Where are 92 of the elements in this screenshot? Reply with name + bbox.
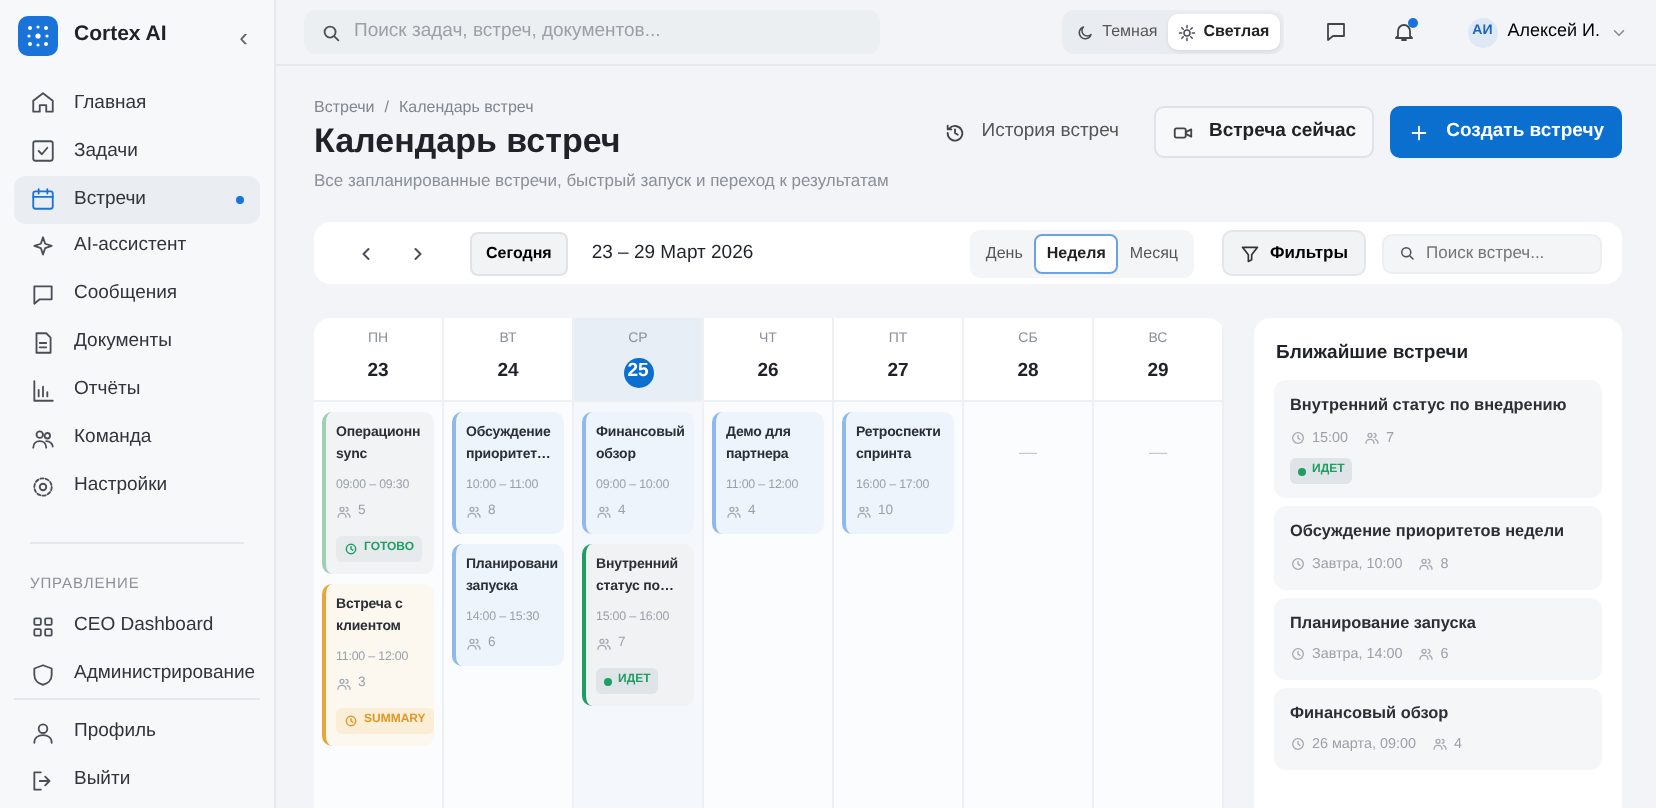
theme-option[interactable]: Светлая — [1167, 14, 1280, 50]
live-dot — [604, 677, 612, 686]
calendar-icon — [30, 186, 56, 213]
clock-icon — [1290, 736, 1306, 753]
exit-icon — [30, 767, 56, 794]
chat-icon — [30, 282, 56, 308]
day-number: 23 — [367, 358, 389, 387]
history-icon — [943, 121, 966, 144]
empty-mark: — — [1017, 440, 1039, 467]
sidebar-item[interactable]: Задачи — [14, 127, 260, 176]
breadcrumb-item: Календарь встреч — [399, 96, 534, 120]
day-number: 24 — [497, 358, 519, 387]
sidebar-item[interactable]: Главная — [14, 80, 260, 128]
home-icon — [30, 90, 56, 117]
meeting-search-field[interactable]: Поиск встреч... — [1426, 240, 1586, 267]
logo-icon — [18, 16, 58, 56]
search-box[interactable]: Поиск задач, встреч, документов... — [304, 10, 880, 54]
today-button[interactable]: Сегодня — [470, 231, 568, 276]
day-number: 29 — [1147, 358, 1169, 387]
user-name: Алексей И. — [1507, 18, 1600, 45]
plus-icon — [1408, 121, 1431, 144]
document-icon — [30, 329, 56, 356]
live-dot — [1298, 467, 1306, 476]
page-title: Календарь встреч — [314, 122, 623, 163]
chart-icon — [30, 377, 56, 404]
sidebar-item[interactable]: Документы — [14, 318, 260, 367]
day-number: 27 — [887, 358, 909, 387]
theme-option[interactable]: Темная — [1066, 14, 1168, 50]
search-icon — [1398, 244, 1416, 263]
clock-icon — [1290, 646, 1306, 663]
clock-icon — [1290, 556, 1306, 573]
filters-button[interactable]: Фильтры — [1222, 230, 1366, 277]
meeting-title: Финансовый обзор — [1290, 701, 1451, 726]
people-icon — [1418, 646, 1435, 663]
people-icon — [466, 504, 482, 521]
people-icon — [1431, 736, 1448, 753]
clock-icon — [1290, 430, 1306, 447]
checkbox-icon — [30, 138, 56, 165]
chat-icon — [1323, 20, 1348, 44]
people-icon — [1364, 430, 1380, 447]
sidebar-item[interactable]: Администрирование — [14, 650, 260, 699]
day-number: 28 — [1017, 358, 1039, 387]
people-icon — [596, 636, 612, 653]
meeting-title: Обсуждение приоритетов недели — [1290, 520, 1567, 545]
sidebar-item[interactable]: AI-ассистент — [14, 223, 260, 272]
day-number: 26 — [757, 358, 779, 387]
meeting-title: Планирование запуска — [1290, 611, 1478, 636]
view-tab[interactable]: Месяц — [1117, 233, 1191, 274]
empty-mark: — — [1147, 440, 1169, 467]
people-icon — [1418, 556, 1435, 573]
search-icon — [320, 21, 342, 43]
page-subtitle: Все запланированные встречи, быстрый запуск и переход к результатам — [314, 168, 889, 195]
people-icon — [336, 676, 352, 693]
people-icon — [336, 504, 352, 521]
sidebar-item[interactable]: Настройки — [14, 462, 260, 511]
settings-icon — [30, 473, 56, 500]
sidebar-item[interactable]: Выйти — [14, 756, 260, 805]
collapse-button[interactable]: ‹ — [239, 23, 248, 49]
user-icon — [30, 719, 56, 746]
moon-icon — [1076, 23, 1095, 41]
grid-icon — [30, 613, 56, 640]
breadcrumb-separator: / — [384, 96, 390, 120]
create-meeting-button[interactable]: Создать встречу — [1390, 106, 1622, 159]
people-icon — [466, 636, 482, 653]
clock-icon — [344, 714, 358, 729]
day-number: 25 — [623, 357, 653, 388]
filter-icon — [1240, 243, 1261, 264]
meeting-title: Внутренний статус по внедрению — [1290, 394, 1569, 419]
date-range: 23 – 29 Март 2026 — [591, 239, 754, 268]
sun-icon — [1177, 23, 1196, 41]
sidebar-item[interactable]: Отчёты — [14, 366, 260, 415]
notification-icon — [1391, 20, 1416, 44]
people-icon — [596, 504, 612, 521]
people-icon — [30, 425, 56, 452]
brand-name: Cortex AI — [74, 20, 167, 51]
active-dot — [236, 195, 244, 204]
people-icon — [856, 504, 872, 521]
sidebar-item[interactable]: CEO Dashboard — [14, 602, 260, 651]
shield-icon — [30, 661, 56, 688]
sparkle-icon — [30, 234, 56, 261]
view-tab[interactable]: День — [973, 233, 1035, 274]
people-icon — [726, 504, 742, 521]
panel-title: Ближайшие встречи — [1276, 340, 1471, 369]
meet-now-button[interactable]: Встреча сейчас — [1153, 106, 1375, 159]
sidebar-item[interactable]: Команда — [14, 414, 260, 463]
sidebar-item[interactable]: Встречи — [14, 175, 260, 224]
history-link[interactable]: История встреч — [925, 106, 1138, 159]
sidebar-item[interactable]: Профиль — [14, 708, 260, 757]
search-field[interactable]: Поиск задач, встреч, документов... — [354, 17, 864, 47]
view-tab[interactable]: Неделя — [1034, 233, 1118, 274]
sidebar-item[interactable]: Сообщения — [14, 271, 260, 319]
meeting-search-box[interactable]: Поиск встреч... — [1382, 233, 1602, 274]
